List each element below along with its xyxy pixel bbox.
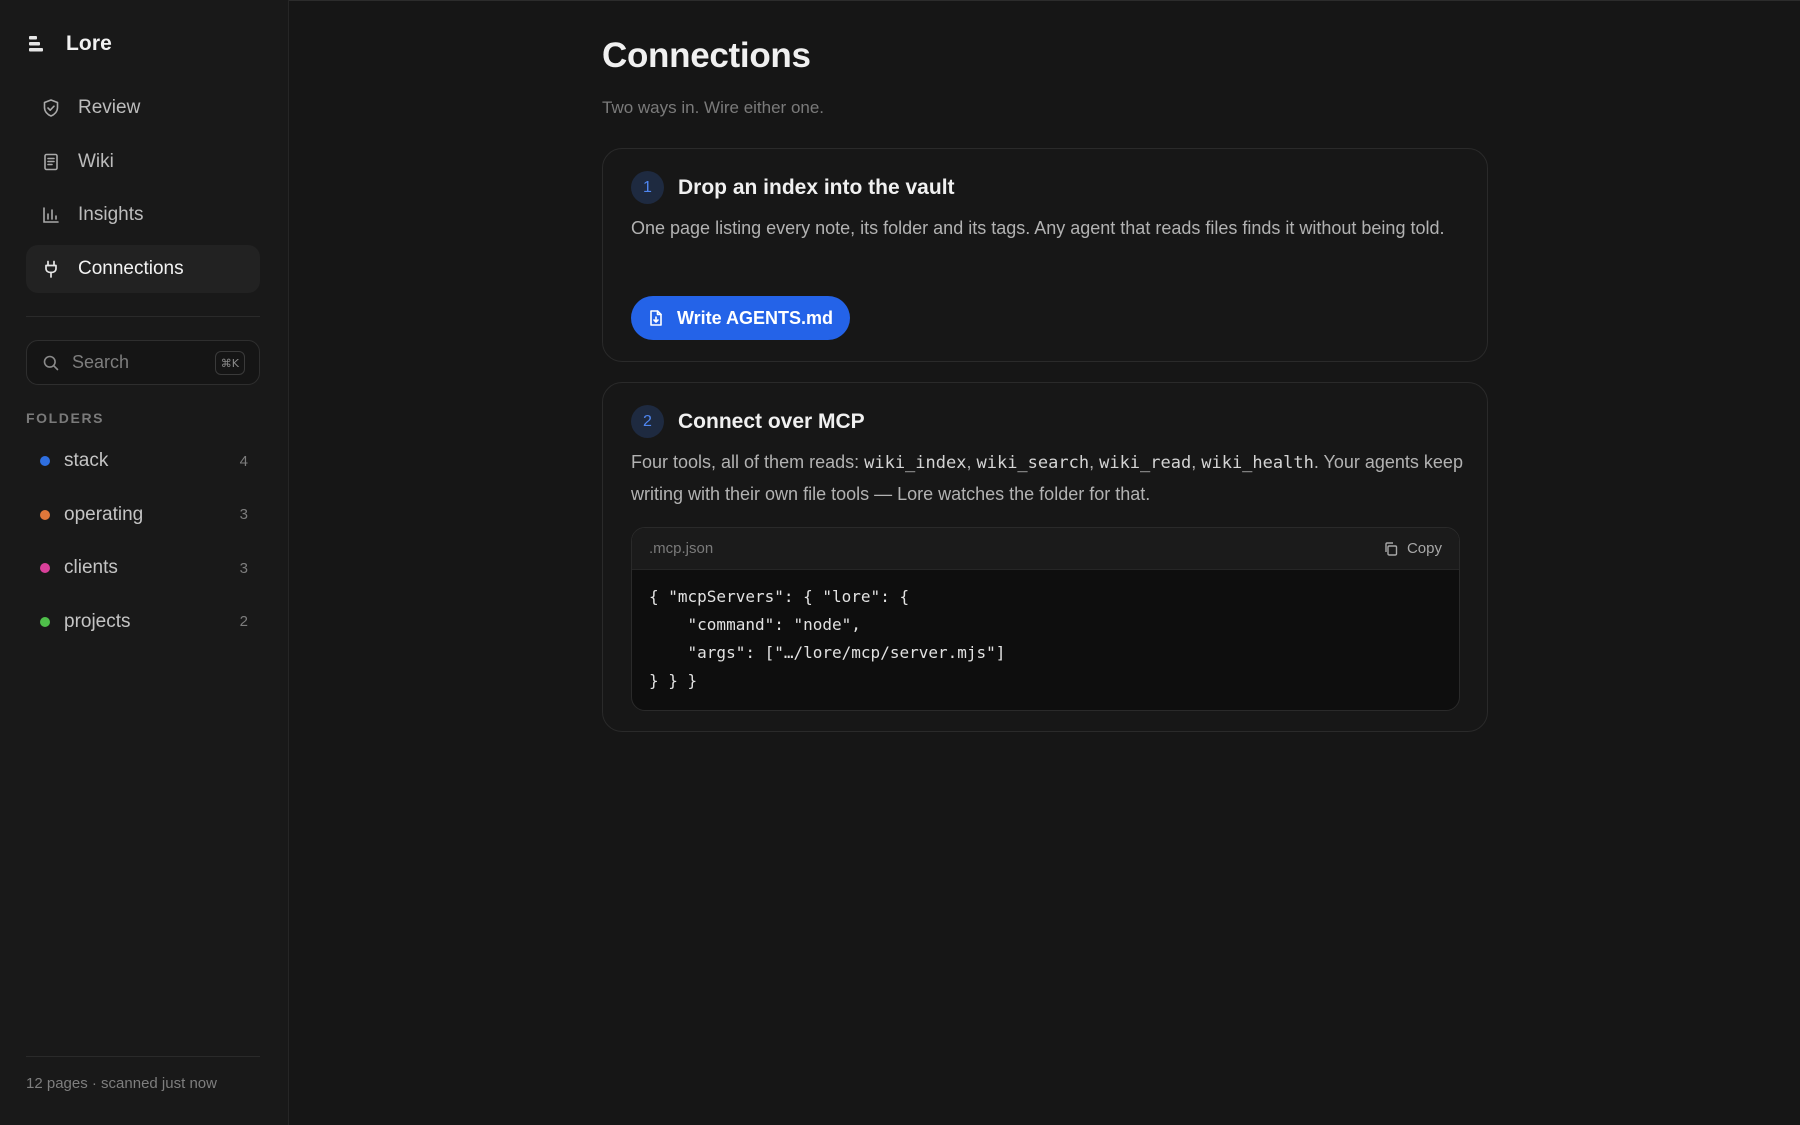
search-box[interactable]: ⌘K: [26, 340, 260, 385]
sidebar-item-label: Connections: [78, 257, 184, 279]
sidebar-divider: [26, 316, 260, 317]
folder-item-stack[interactable]: stack 4: [26, 437, 260, 485]
tool-name: wiki_index: [864, 453, 967, 473]
search-shortcut-badge: ⌘K: [214, 351, 245, 375]
sidebar-item-label: Wiki: [78, 150, 114, 172]
step-title: Drop an index into the vault: [678, 175, 955, 199]
write-agents-button[interactable]: Write AGENTS.md: [631, 296, 851, 340]
folder-name: projects: [64, 610, 131, 632]
search-icon: [42, 354, 60, 372]
scan-status: 12 pages · scanned just now: [26, 1075, 217, 1092]
page-title: Connections: [602, 36, 811, 75]
step-description: Four tools, all of them reads: wiki_inde…: [631, 447, 1471, 510]
page-subtitle: Two ways in. Wire either one.: [602, 98, 825, 117]
separator: ,: [1089, 452, 1100, 472]
folder-count: 2: [239, 613, 248, 630]
folder-item-projects[interactable]: projects 2: [26, 598, 260, 646]
folder-item-clients[interactable]: clients 3: [26, 544, 260, 592]
folder-color-dot: [40, 616, 50, 627]
step-number-badge: 2: [631, 405, 664, 438]
app-name: Lore: [66, 32, 112, 55]
sidebar-item-connections[interactable]: Connections: [26, 244, 260, 293]
step-header: 2 Connect over MCP: [631, 405, 865, 438]
copy-icon: [1383, 541, 1399, 557]
sidebar-nav: Review Wiki Insights Connections: [26, 84, 260, 298]
code-filename: .mcp.json: [649, 540, 714, 557]
bar-chart-icon: [40, 204, 62, 226]
tool-name: wiki_search: [976, 453, 1090, 473]
sidebar-item-insights[interactable]: Insights: [26, 191, 260, 239]
sidebar-item-wiki[interactable]: Wiki: [26, 138, 260, 186]
sidebar: Lore Review Wiki Insights Connections Se…: [0, 0, 289, 1125]
search-input[interactable]: [72, 352, 202, 373]
sidebar-item-label: Review: [78, 97, 141, 118]
file-download-icon: [647, 309, 665, 327]
separator: ,: [966, 452, 977, 472]
plug-icon: [40, 258, 62, 280]
sidebar-item-review[interactable]: Review: [26, 84, 260, 132]
folder-count: 3: [239, 559, 248, 577]
book-icon: [40, 151, 62, 173]
folder-color-dot: [40, 456, 50, 466]
step-header: 1 Drop an index into the vault: [631, 171, 955, 204]
write-agents-button-label: Write AGENTS.md: [677, 307, 834, 328]
code-block-header: .mcp.json Copy: [632, 528, 1459, 570]
tool-name: wiki_read: [1099, 453, 1192, 473]
description-prefix: Four tools, all of them reads:: [631, 452, 865, 472]
folder-count: 4: [239, 452, 248, 470]
folder-item-operating[interactable]: operating 3: [26, 491, 260, 539]
folder-name: clients: [64, 557, 118, 578]
step-card-index: 1 Drop an index into the vault One page …: [602, 148, 1488, 362]
code-content: { "mcpServers": { "lore": { "command": "…: [649, 587, 1006, 690]
folder-color-dot: [40, 563, 50, 573]
tool-name: wiki_health: [1201, 453, 1314, 473]
folder-list: stack 4 operating 3 clients 3 projects 2: [26, 437, 260, 651]
folder-color-dot: [40, 509, 50, 520]
step-description: One page listing every note, its folder …: [631, 218, 1445, 238]
separator: ,: [1191, 452, 1202, 472]
folder-name: operating: [64, 503, 144, 525]
sidebar-footer-divider: [26, 1056, 260, 1057]
stack-logo-icon: [26, 34, 46, 54]
copy-button[interactable]: Copy: [1383, 540, 1442, 557]
folder-name: stack: [64, 450, 109, 471]
step-title: Connect over MCP: [678, 409, 865, 433]
code-block: .mcp.json Copy { "mcpServers": { "lore":…: [631, 527, 1460, 711]
shield-check-icon: [40, 97, 62, 119]
brand[interactable]: Lore: [26, 30, 112, 58]
sidebar-item-label: Insights: [78, 204, 144, 225]
copy-button-label: Copy: [1406, 540, 1442, 557]
step-card-mcp: 2 Connect over MCP Four tools, all of th…: [602, 382, 1488, 732]
folder-count: 3: [239, 506, 248, 523]
step-number-badge: 1: [631, 171, 664, 204]
folders-heading: FOLDERS: [26, 410, 105, 426]
